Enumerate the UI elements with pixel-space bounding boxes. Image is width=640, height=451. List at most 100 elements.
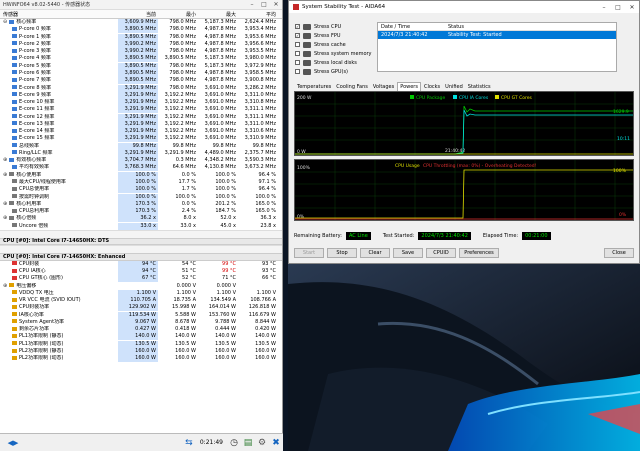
stress-option[interactable]: Stress cache [295, 40, 346, 49]
close-icon[interactable]: ✖ [269, 436, 283, 450]
sensor-row[interactable]: System Agent功率 9.067 W 8.678 W 9.788 W 8.844… [0, 318, 282, 326]
value-max: 4,987.8 MHz [204, 40, 236, 47]
sensor-row[interactable]: P-core 0 频率 3,890.5 MHz 798.0 MHz 4,987.8 M… [0, 26, 282, 34]
sensor-row[interactable]: E-core 15 频率 3,291.9 MHz 3,192.2 MHz 3,691.… [0, 135, 282, 143]
checkbox[interactable] [295, 51, 300, 56]
sensor-row[interactable]: ⊖ 核心频率 3,609.9 MHz 798.0 MHz 5,187.3 MHz 2,62… [0, 19, 282, 27]
sensor-row[interactable]: PL2功率限制 (静态) 160.0 W 160.0 W 160.0 W 160.0 W [0, 348, 282, 356]
cpuid-button[interactable]: CPUID [426, 248, 456, 258]
stress-option[interactable]: Stress local disks [295, 58, 357, 67]
col-datetime[interactable]: Date / Time [378, 24, 448, 30]
sensor-row[interactable]: 按需时钟调制 100.0 % 100.0 % 100.0 % 100.0 % [0, 193, 282, 201]
sensor-row[interactable]: E-core 10 频率 3,291.9 MHz 3,192.2 MHz 3,691.… [0, 99, 282, 107]
sensor-row[interactable]: E-core 13 频率 3,291.9 MHz 3,192.2 MHz 3,691.… [0, 120, 282, 128]
close-button[interactable]: ✕ [270, 1, 282, 8]
col-status[interactable]: Status [448, 24, 464, 30]
clear-button[interactable]: Clear [360, 248, 390, 258]
sensor-row[interactable]: Ring/LLC 频率 3,291.9 MHz 3,291.9 MHz 4,489.0… [0, 149, 282, 157]
checkbox[interactable] [295, 69, 300, 74]
minimize-button[interactable]: – [246, 1, 258, 8]
value-max: 9.788 W [215, 318, 236, 325]
nav-arrows-icon[interactable]: ◀▶ [0, 436, 26, 450]
checkbox[interactable]: ✓ [295, 24, 300, 29]
sensor-row[interactable]: PL1功率限制 (静态) 140.0 W 140.0 W 140.0 W 140.0 W [0, 333, 282, 341]
network-icon[interactable]: ⇆ [182, 436, 196, 450]
expand-icon[interactable]: ⊕ [3, 283, 7, 289]
col-sensor[interactable]: 传感器 [0, 11, 118, 18]
preferences-button[interactable]: Preferences [459, 248, 499, 258]
tab-clocks[interactable]: Clocks [422, 83, 442, 91]
expand-icon[interactable]: ⊖ [3, 19, 7, 25]
sensor-row[interactable]: PL1功率限制 (动态) 130.5 W 130.5 W 130.5 W 130.5 W [0, 340, 282, 348]
sensor-row[interactable]: P-core 6 频率 3,890.5 MHz 798.0 MHz 4,987.8 M… [0, 69, 282, 77]
col-max[interactable]: 最大 [198, 11, 238, 18]
sensor-row[interactable]: ⊕ 核心使用率 100.0 % 0.0 % 100.0 % 96.4 % [0, 171, 282, 179]
sensor-row[interactable]: VR VCC 电流 (SVID IOUT) 110.705 A 18.735 A 13… [0, 297, 282, 305]
sensor-row[interactable]: Uncore 倍频 33.0 x 33.0 x 45.0 x 23.8 x [0, 222, 282, 230]
minimize-button[interactable]: – [597, 4, 611, 11]
section-header-enhanced[interactable]: CPU [#0]: Intel Core i7-14650HX: Enhance… [0, 253, 282, 261]
sensor-row[interactable]: E-core 14 频率 3,291.9 MHz 3,192.2 MHz 3,691.… [0, 128, 282, 136]
save-button[interactable]: Save [393, 248, 423, 258]
stress-option[interactable]: Stress system memory [295, 49, 372, 58]
sensor-row[interactable]: P-core 3 频率 3,990.2 MHz 798.0 MHz 4,987.8 M… [0, 48, 282, 56]
tab-statistics[interactable]: Statistics [466, 83, 493, 91]
checkbox[interactable] [295, 60, 300, 65]
stress-option[interactable]: Stress GPU(s) [295, 67, 348, 76]
col-avg[interactable]: 平均 [238, 11, 280, 18]
sensor-row[interactable]: ⊕ 核心利用率 170.3 % 0.0 % 201.2 % 165.0 % [0, 200, 282, 208]
close-dialog-button[interactable]: Close [604, 248, 634, 258]
sensor-row[interactable]: E-core 11 频率 3,291.9 MHz 3,192.2 MHz 3,691.… [0, 106, 282, 114]
maximize-button[interactable]: □ [258, 1, 270, 8]
sensor-row[interactable]: 最大CPU/线程使用率 100.0 % 17.7 % 100.0 % 97.1 % [0, 178, 282, 186]
tab-voltages[interactable]: Voltages [371, 83, 396, 91]
sensor-row[interactable]: 平均有效频率 3,768.3 MHz 64.6 MHz 4,130.8 MHz 3,67… [0, 164, 282, 172]
sensor-row[interactable]: P-core 5 频率 3,890.5 MHz 798.0 MHz 5,187.3 M… [0, 62, 282, 70]
sensor-row[interactable]: CPU IA核心 94 °C 51 °C 99 °C 93 °C [0, 268, 282, 276]
col-min[interactable]: 最小 [158, 11, 198, 18]
expand-icon[interactable]: ⊕ [3, 215, 7, 221]
col-current[interactable]: 当前 [118, 11, 158, 18]
sensor-row[interactable]: CPU总利用率 170.3 % 2.4 % 184.7 % 165.0 % [0, 208, 282, 216]
start-button[interactable]: Start [294, 248, 324, 258]
sensor-row[interactable]: PL2功率限制 (动态) 160.0 W 160.0 W 160.0 W 160.0 W [0, 355, 282, 363]
checkbox[interactable]: ✓ [295, 33, 300, 38]
section-header-dts[interactable]: CPU [#0]: Intel Core i7-14650HX: DTS [0, 237, 282, 246]
sensor-row[interactable]: 总线频率 99.8 MHz 99.8 MHz 99.8 MHz 99.8 MHz [0, 142, 282, 150]
sensor-row[interactable]: IA核心功率 119.534 W 5.588 W 153.760 W 116.679 W [0, 311, 282, 319]
expand-icon[interactable]: ⊕ [3, 157, 7, 163]
status-table-row[interactable]: 2024/7/3 21:40:42 Stability Test: Starte… [378, 31, 616, 39]
sensor-row[interactable]: CPU封装功率 129.902 W 15.998 W 164.014 W 126.818… [0, 304, 282, 312]
sensor-row[interactable]: E-core 9 频率 3,291.9 MHz 3,192.2 MHz 3,691.0… [0, 91, 282, 99]
sensor-row[interactable]: P-core 1 频率 3,890.5 MHz 798.0 MHz 4,987.8 M… [0, 33, 282, 41]
clock-icon[interactable]: ◷ [227, 436, 241, 450]
report-icon[interactable]: ▤ [241, 436, 255, 450]
sensor-row[interactable]: E-core 8 频率 3,291.9 MHz 798.0 MHz 3,691.0 M… [0, 84, 282, 92]
sensor-row[interactable]: ⊕ 电压偏移 0.000 V 0.000 V [0, 283, 282, 290]
sensor-row[interactable]: P-core 4 频率 3,890.5 MHz 3,890.5 MHz 5,187.3… [0, 55, 282, 63]
stress-option[interactable]: ✓ Stress CPU [295, 22, 341, 31]
tab-temperatures[interactable]: Temperatures [295, 83, 333, 91]
close-button[interactable]: ✕ [625, 4, 639, 11]
stop-button[interactable]: Stop [327, 248, 357, 258]
stress-option[interactable]: ✓ Stress FPU [295, 31, 341, 40]
sensor-row[interactable]: VDDQ TX 电压 1.100 V 1.100 V 1.100 V 1.100 V [0, 289, 282, 297]
sensor-row[interactable]: CPU GT核心 (图形) 67 °C 52 °C 71 °C 66 °C [0, 275, 282, 283]
sensor-row[interactable]: CPU封装 94 °C 54 °C 99 °C 93 °C [0, 260, 282, 268]
sensor-row[interactable]: ⊕ 核心倍频 36.2 x 8.0 x 52.0 x 36.3 x [0, 215, 282, 223]
sensor-row[interactable]: 剩余芯片功率 0.427 W 0.418 W 0.444 W 0.420 W [0, 326, 282, 334]
sensor-row[interactable]: E-core 12 频率 3,291.9 MHz 3,192.2 MHz 3,691.… [0, 113, 282, 121]
checkbox[interactable] [295, 42, 300, 47]
maximize-button[interactable]: □ [611, 4, 625, 11]
sensor-row[interactable]: P-core 7 频率 3,890.5 MHz 798.0 MHz 4,987.8 M… [0, 77, 282, 85]
tab-unified[interactable]: Unified [443, 83, 465, 91]
sensor-row[interactable]: ⊕ 有效核心频率 3,704.7 MHz 0.3 MHz 4,348.2 MHz 3,59… [0, 157, 282, 165]
settings-icon[interactable]: ⚙ [255, 436, 269, 450]
expand-icon[interactable]: ⊕ [3, 201, 7, 207]
sensor-row[interactable]: P-core 2 频率 3,990.2 MHz 798.0 MHz 4,987.8 M… [0, 40, 282, 48]
status-log-table[interactable]: Date / Time Status 2024/7/3 21:40:42 Sta… [377, 22, 617, 72]
sensor-row[interactable]: CPU总使用率 100.0 % 1.7 % 100.0 % 96.4 % [0, 186, 282, 194]
tab-powers[interactable]: Powers [397, 82, 421, 91]
tab-cooling-fans[interactable]: Cooling Fans [334, 83, 370, 91]
expand-icon[interactable]: ⊕ [3, 172, 7, 178]
